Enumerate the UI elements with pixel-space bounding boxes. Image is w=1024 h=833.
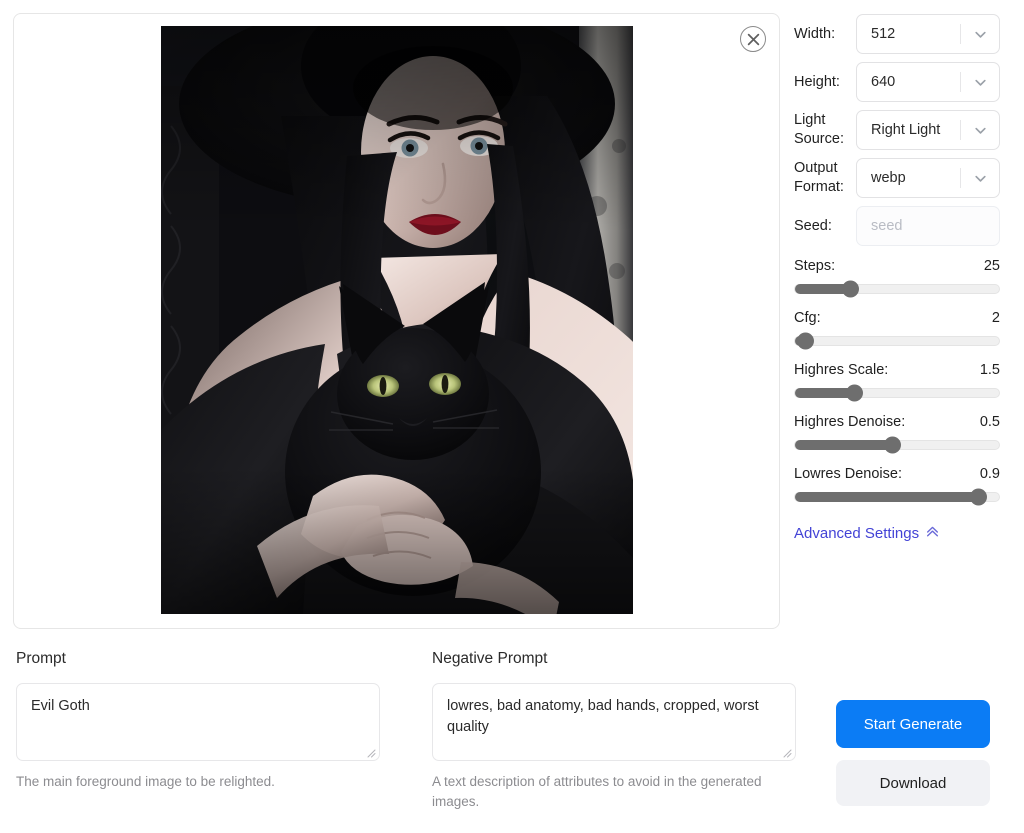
slider-steps: Steps: 25 bbox=[794, 258, 1000, 298]
field-height: Height: 640 bbox=[794, 62, 1000, 102]
generated-image[interactable] bbox=[161, 26, 633, 614]
slider-lowres-denoise: Lowres Denoise: 0.9 bbox=[794, 466, 1000, 506]
actions-column: Start Generate Download bbox=[836, 700, 990, 806]
slider-highres-scale-track[interactable] bbox=[794, 384, 1000, 402]
slider-highres-denoise-value: 0.5 bbox=[979, 414, 1000, 430]
prompt-value: Evil Goth bbox=[31, 698, 90, 714]
settings-panel: Width: 512 Height: 640 Light Source: Rig… bbox=[794, 14, 1000, 543]
prompt-title: Prompt bbox=[16, 650, 66, 667]
negative-prompt-column: Negative Prompt lowres, bad anatomy, bad… bbox=[432, 650, 796, 813]
start-generate-button[interactable]: Start Generate bbox=[836, 700, 990, 748]
light-source-select[interactable]: Right Light bbox=[856, 110, 1000, 150]
slider-highres-denoise-header: Highres Denoise: 0.5 bbox=[794, 414, 1000, 430]
slider-steps-label: Steps: bbox=[794, 258, 836, 274]
negative-prompt-helper-text: A text description of attributes to avoi… bbox=[432, 774, 762, 810]
negative-prompt-input[interactable]: lowres, bad anatomy, bad hands, cropped,… bbox=[432, 683, 796, 761]
field-seed: Seed: seed bbox=[794, 206, 1000, 246]
slider-highres-denoise-label: Highres Denoise: bbox=[794, 414, 906, 430]
chevron-double-up-icon bbox=[925, 524, 940, 543]
image-preview-panel bbox=[13, 13, 780, 629]
width-label: Width: bbox=[794, 25, 836, 42]
slider-cfg-value: 2 bbox=[991, 310, 1000, 326]
width-select[interactable]: 512 bbox=[856, 14, 1000, 54]
slider-highres-denoise-track[interactable] bbox=[794, 436, 1000, 454]
slider-cfg: Cfg: 2 bbox=[794, 310, 1000, 350]
slider-highres-scale-header: Highres Scale: 1.5 bbox=[794, 362, 1000, 378]
chevron-down-icon bbox=[961, 124, 999, 137]
seed-label: Seed: bbox=[794, 217, 832, 234]
slider-cfg-track[interactable] bbox=[794, 332, 1000, 350]
slider-highres-denoise: Highres Denoise: 0.5 bbox=[794, 414, 1000, 454]
light-source-label: Light Source: bbox=[794, 112, 844, 147]
slider-highres-scale-value: 1.5 bbox=[979, 362, 1000, 378]
slider-lowres-denoise-fill bbox=[795, 492, 979, 502]
slider-cfg-label: Cfg: bbox=[794, 310, 821, 326]
prompt-input[interactable]: Evil Goth bbox=[16, 683, 380, 761]
download-button[interactable]: Download bbox=[836, 760, 990, 806]
field-output-format: Output Format: webp bbox=[794, 158, 1000, 198]
output-format-select[interactable]: webp bbox=[856, 158, 1000, 198]
slider-cfg-header: Cfg: 2 bbox=[794, 310, 1000, 326]
height-value: 640 bbox=[871, 74, 896, 90]
advanced-settings-label: Advanced Settings bbox=[794, 525, 920, 542]
prompt-helper-text: The main foreground image to be relighte… bbox=[16, 774, 275, 789]
slider-highres-denoise-thumb[interactable] bbox=[884, 436, 902, 454]
slider-steps-track[interactable] bbox=[794, 280, 1000, 298]
slider-highres-scale-thumb[interactable] bbox=[845, 384, 863, 402]
resize-handle-icon[interactable] bbox=[781, 747, 792, 758]
slider-lowres-denoise-label: Lowres Denoise: bbox=[794, 466, 902, 482]
slider-highres-denoise-fill bbox=[795, 440, 893, 450]
light-source-value: Right Light bbox=[871, 122, 941, 138]
chevron-down-icon bbox=[961, 172, 999, 185]
slider-lowres-denoise-value: 0.9 bbox=[979, 466, 1000, 482]
slider-steps-header: Steps: 25 bbox=[794, 258, 1000, 274]
seed-placeholder: seed bbox=[871, 218, 903, 234]
close-circle-icon[interactable] bbox=[740, 26, 766, 52]
advanced-settings-link[interactable]: Advanced Settings bbox=[794, 524, 940, 543]
field-light-source: Light Source: Right Light bbox=[794, 110, 1000, 150]
field-width: Width: 512 bbox=[794, 14, 1000, 54]
height-label: Height: bbox=[794, 73, 840, 90]
chevron-down-icon bbox=[961, 28, 999, 41]
height-select[interactable]: 640 bbox=[856, 62, 1000, 102]
slider-lowres-denoise-track[interactable] bbox=[794, 488, 1000, 506]
negative-prompt-title: Negative Prompt bbox=[432, 650, 548, 667]
slider-highres-scale: Highres Scale: 1.5 bbox=[794, 362, 1000, 402]
seed-input[interactable]: seed bbox=[856, 206, 1000, 246]
slider-steps-thumb[interactable] bbox=[841, 280, 859, 298]
slider-highres-scale-label: Highres Scale: bbox=[794, 362, 889, 378]
output-format-value: webp bbox=[871, 170, 906, 186]
chevron-down-icon bbox=[961, 76, 999, 89]
slider-lowres-denoise-thumb[interactable] bbox=[970, 488, 988, 506]
resize-handle-icon[interactable] bbox=[365, 747, 376, 758]
app-root: Width: 512 Height: 640 Light Source: Rig… bbox=[0, 0, 1024, 833]
negative-prompt-value: lowres, bad anatomy, bad hands, cropped,… bbox=[447, 698, 763, 736]
output-format-label: Output Format: bbox=[794, 160, 844, 195]
slider-steps-value: 25 bbox=[983, 258, 1000, 274]
slider-cfg-thumb[interactable] bbox=[796, 332, 814, 350]
prompt-column: Prompt Evil Goth The main foreground ima… bbox=[16, 650, 380, 792]
slider-lowres-denoise-header: Lowres Denoise: 0.9 bbox=[794, 466, 1000, 482]
width-value: 512 bbox=[871, 26, 896, 42]
